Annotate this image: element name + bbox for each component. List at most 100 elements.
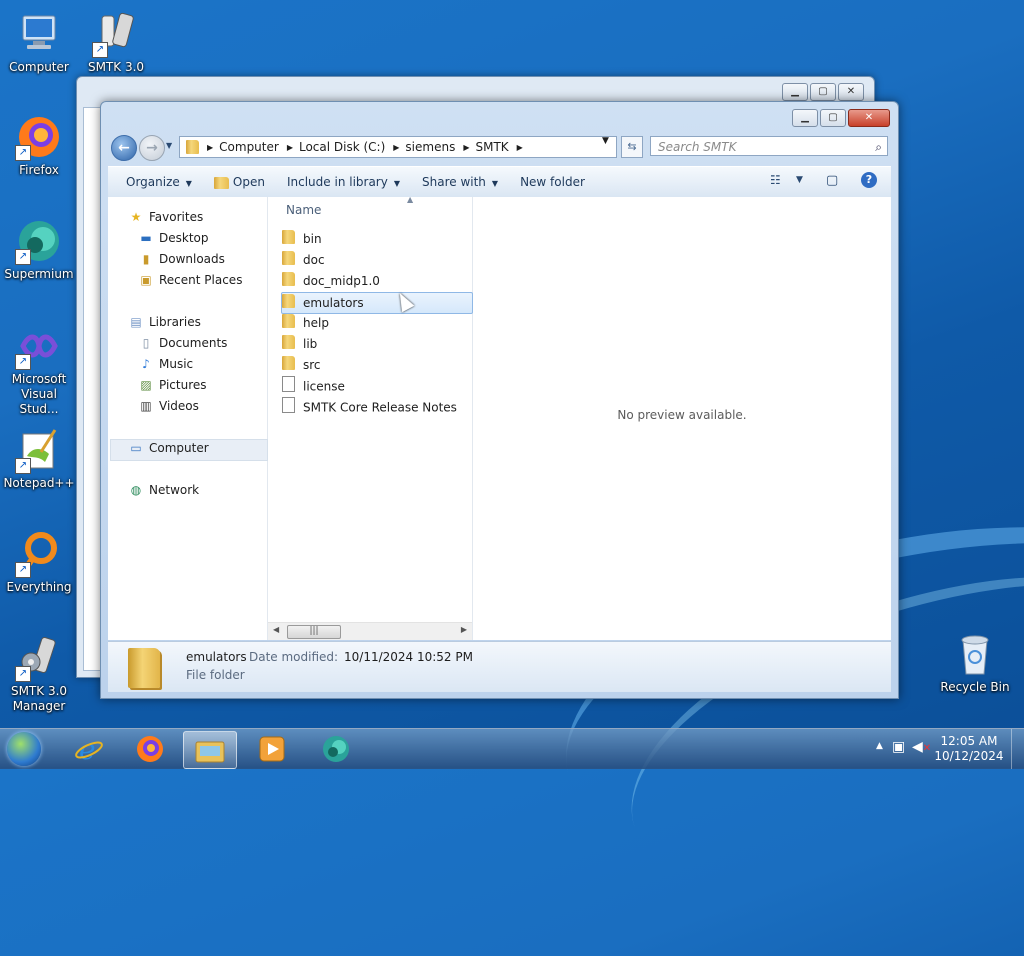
desktop-icon-recycle-bin[interactable]: Recycle Bin — [937, 630, 1013, 695]
scrollbar-thumb[interactable]: ||| — [287, 625, 341, 639]
list-item[interactable]: lib — [282, 334, 472, 354]
include-label: Include in library — [286, 175, 388, 189]
list-item[interactable]: bin — [282, 229, 472, 249]
address-bar[interactable]: ▶ Computer ▶ Local Disk (C:) ▶ siemens ▶… — [179, 136, 617, 158]
file-name: help — [303, 316, 329, 330]
details-modified-label: Date modified: — [249, 650, 339, 664]
explorer-window[interactable]: ▁ ▢ ✕ ← → ▼ ▶ Computer ▶ Local Disk (C:)… — [100, 101, 899, 699]
taskbar-internet-explorer[interactable]: e — [63, 731, 115, 767]
view-dropdown-icon[interactable]: ▼ — [796, 175, 803, 185]
file-name: SMTK Core Release Notes — [303, 400, 457, 415]
list-item[interactable]: doc_midp1.0 — [282, 271, 472, 291]
desktop-icon-label: SMTK 3.0 — [87, 60, 145, 74]
scroll-left-icon[interactable]: ◀ — [273, 625, 279, 634]
preview-pane-icon[interactable]: ▢ — [826, 173, 838, 188]
breadcrumb-local-disk[interactable]: Local Disk (C:) — [299, 140, 385, 154]
desktop-icon-visual-studio[interactable]: ↗ Microsoft Visual Stud... — [1, 322, 77, 417]
network-status-icon[interactable]: ▣ — [892, 739, 905, 755]
list-item[interactable]: doc — [282, 250, 472, 270]
open-button[interactable]: Open — [213, 175, 265, 189]
nav-documents[interactable]: ▯ Documents — [138, 333, 228, 353]
nav-label: Favorites — [149, 210, 204, 224]
nav-recent-places[interactable]: ▣ Recent Places — [138, 270, 242, 290]
address-dropdown-icon[interactable]: ▼ — [602, 136, 609, 146]
command-bar: Organize ▼ Open Include in library ▼ Share… — [108, 166, 891, 198]
help-icon[interactable]: ? — [861, 172, 877, 188]
minimize-button[interactable]: ▁ — [792, 109, 818, 127]
nav-music[interactable]: ♪ Music — [138, 354, 193, 374]
desktop-icon-firefox[interactable]: ↗ Firefox — [1, 113, 77, 178]
maximize-button[interactable]: ▢ — [820, 109, 846, 127]
horizontal-scrollbar[interactable]: ◀ ||| ▶ — [268, 622, 472, 640]
taskbar-firefox[interactable] — [124, 731, 176, 767]
taskbar-supermium[interactable] — [310, 731, 362, 767]
taskbar-windows-explorer[interactable] — [183, 731, 237, 769]
maximize-button[interactable]: ▢ — [810, 83, 836, 101]
refresh-button[interactable]: ⇆ — [621, 136, 643, 158]
close-button[interactable]: ✕ — [848, 109, 890, 127]
preview-pane: No preview available. — [473, 197, 891, 640]
supermium-icon: ↗ — [15, 217, 63, 265]
nav-network[interactable]: ◍ Network — [128, 480, 199, 500]
list-item[interactable]: help — [282, 313, 472, 333]
forward-button[interactable]: → — [139, 135, 165, 161]
shortcut-arrow-icon: ↗ — [15, 145, 31, 161]
new-folder-button[interactable]: New folder — [520, 175, 585, 189]
recent-pages-dropdown[interactable]: ▼ — [166, 141, 172, 150]
minimize-button[interactable]: ▁ — [782, 83, 808, 101]
desktop-icon-computer[interactable]: Computer — [1, 10, 77, 75]
breadcrumb-separator-icon[interactable]: ▶ — [517, 143, 523, 152]
desktop-icon-smtk[interactable]: ↗ SMTK 3.0 — [78, 10, 154, 75]
file-name: bin — [303, 232, 322, 246]
organize-button[interactable]: Organize ▼ — [126, 175, 192, 189]
firefox-icon — [137, 736, 163, 762]
show-hidden-icons-button[interactable]: ▲ — [876, 741, 883, 751]
breadcrumb-siemens[interactable]: siemens — [405, 140, 455, 154]
list-item[interactable]: src — [282, 355, 472, 375]
search-input[interactable]: Search SMTK ⌕ — [650, 136, 888, 156]
desktop-icon-smtk-manager[interactable]: ↗ SMTK 3.0 Manager — [1, 634, 77, 714]
breadcrumb-smtk[interactable]: SMTK — [475, 140, 508, 154]
breadcrumb-separator-icon[interactable]: ▶ — [393, 143, 399, 152]
breadcrumb-separator-icon[interactable]: ▶ — [463, 143, 469, 152]
start-button[interactable] — [7, 732, 41, 766]
nav-desktop[interactable]: ▬ Desktop — [138, 228, 208, 248]
list-item-selected[interactable]: emulators — [281, 292, 473, 314]
desktop-icon-everything[interactable]: ↗ Everything — [1, 530, 77, 595]
scroll-right-icon[interactable]: ▶ — [461, 625, 467, 634]
desktop-icon-notepadpp[interactable]: ↗ Notepad++ — [1, 426, 77, 491]
taskbar-media-player[interactable] — [246, 731, 298, 767]
nav-favorites[interactable]: ★ Favorites — [128, 207, 204, 227]
notepadpp-icon: ↗ — [15, 426, 63, 474]
nav-downloads[interactable]: ▮ Downloads — [138, 249, 225, 269]
list-item[interactable]: SMTK Core Release Notes — [282, 397, 472, 417]
system-tray: ▲ ▣ ◀✕ 12:05 AM 10/12/2024 — [864, 729, 1024, 769]
back-button[interactable]: ← — [111, 135, 137, 161]
share-with-button[interactable]: Share with ▼ — [422, 175, 498, 189]
supermium-icon — [323, 736, 349, 762]
close-button[interactable]: ✕ — [838, 83, 864, 101]
clock[interactable]: 12:05 AM 10/12/2024 — [934, 734, 1004, 764]
nav-label: Libraries — [149, 315, 201, 329]
list-item[interactable]: license — [282, 376, 472, 396]
nav-pictures[interactable]: ▨ Pictures — [138, 375, 206, 395]
desktop-icon-supermium[interactable]: ↗ Supermium — [1, 217, 77, 282]
breadcrumb-computer[interactable]: Computer — [219, 140, 279, 154]
nav-computer[interactable]: ▭ Computer — [128, 438, 208, 458]
breadcrumb-separator-icon[interactable]: ▶ — [207, 143, 213, 152]
folder-icon — [282, 334, 295, 349]
breadcrumb-separator-icon[interactable]: ▶ — [287, 143, 293, 152]
view-options-icon[interactable]: ☷ — [770, 173, 781, 187]
volume-muted-icon[interactable]: ◀✕ — [912, 739, 931, 755]
desktop-icon-label: Microsoft Visual Stud... — [11, 372, 67, 416]
computer-icon: ▭ — [130, 441, 142, 455]
file-icon — [282, 376, 295, 392]
nav-libraries[interactable]: ▤ Libraries — [128, 312, 201, 332]
shortcut-arrow-icon: ↗ — [15, 354, 31, 370]
include-in-library-button[interactable]: Include in library ▼ — [287, 175, 400, 189]
nav-videos[interactable]: ▥ Videos — [138, 396, 199, 416]
search-icon[interactable]: ⌕ — [875, 137, 882, 157]
file-name: doc_midp1.0 — [303, 274, 380, 288]
show-desktop-button[interactable] — [1011, 729, 1024, 769]
column-header-name[interactable]: Name — [286, 203, 321, 217]
